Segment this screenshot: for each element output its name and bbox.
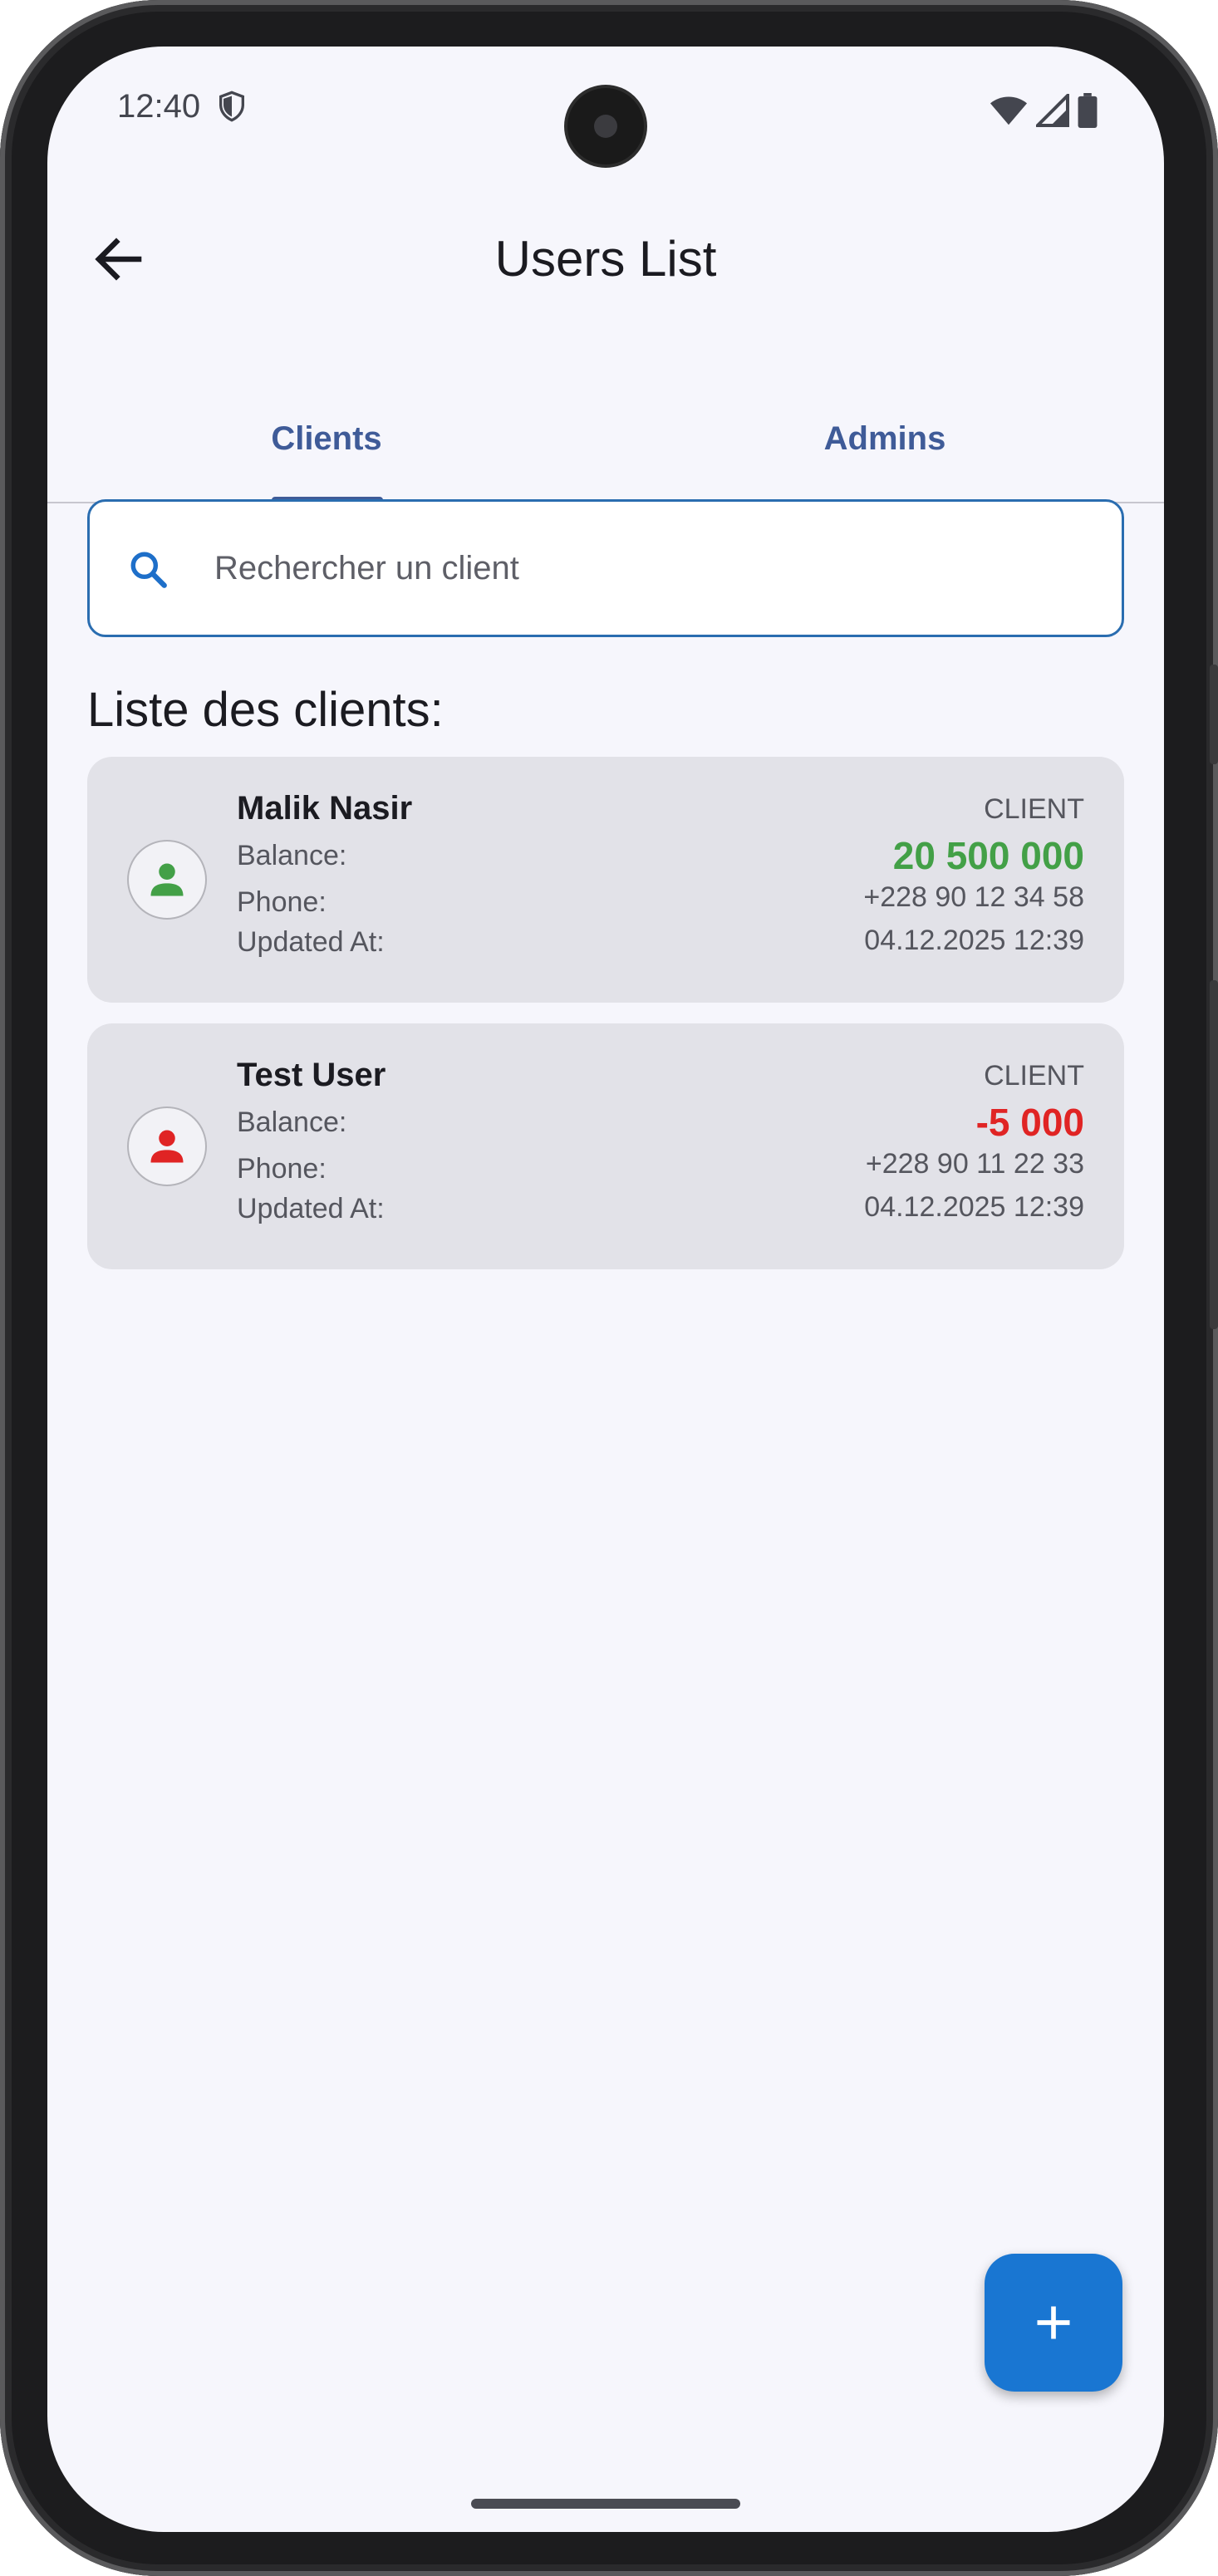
client-card[interactable]: Malik Nasir Balance: Phone: Updated At: … <box>87 757 1124 1003</box>
tab-label: Clients <box>271 420 382 457</box>
balance-value: 20 500 000 <box>892 834 1084 877</box>
updated-label: Updated At: <box>237 926 385 958</box>
updated-value: 04.12.2025 12:39 <box>864 1191 1084 1223</box>
status-time: 12:40 <box>117 88 201 125</box>
updated-label: Updated At: <box>237 1193 385 1224</box>
role-badge: CLIENT <box>984 793 1084 825</box>
search-icon <box>130 552 167 588</box>
balance-value: -5 000 <box>975 1101 1084 1144</box>
power-button <box>1210 980 1218 1329</box>
home-indicator[interactable] <box>471 2499 740 2509</box>
phone-value: +228 90 12 34 58 <box>863 881 1084 913</box>
page-title: Users List <box>494 231 717 287</box>
client-name: Malik Nasir <box>237 790 413 827</box>
tab-clients[interactable]: Clients <box>47 395 606 503</box>
person-icon <box>150 1130 184 1163</box>
role-badge: CLIENT <box>984 1060 1084 1092</box>
tab-admins[interactable]: Admins <box>606 395 1164 503</box>
phone-label: Phone: <box>237 886 327 918</box>
plus-icon <box>1037 2306 1070 2339</box>
avatar <box>127 1106 207 1186</box>
add-client-button[interactable] <box>985 2254 1122 2392</box>
balance-label: Balance: <box>237 840 347 871</box>
phone-value: +228 90 11 22 33 <box>865 1148 1084 1180</box>
cellular-signal-icon <box>1036 94 1069 127</box>
battery-icon <box>1078 93 1098 128</box>
client-card[interactable]: Test User Balance: Phone: Updated At: CL… <box>87 1023 1124 1269</box>
tab-bar: Clients Admins <box>47 395 1164 503</box>
camera-cutout <box>567 88 644 164</box>
status-icons <box>990 93 1098 128</box>
phone-label: Phone: <box>237 1153 327 1185</box>
updated-value: 04.12.2025 12:39 <box>864 925 1084 956</box>
phone-frame: 12:40 Users List Clients Admins Recherch… <box>0 0 1218 2576</box>
client-name: Test User <box>237 1057 386 1093</box>
screen: 12:40 Users List Clients Admins Recherch… <box>47 47 1164 2532</box>
person-icon <box>150 863 184 896</box>
tab-label: Admins <box>823 420 946 457</box>
wifi-icon <box>990 96 1028 125</box>
avatar <box>127 840 207 920</box>
volume-button <box>1210 665 1218 764</box>
shield-icon <box>219 91 244 122</box>
search-input[interactable] <box>214 535 1095 601</box>
list-title: Liste des clients: <box>87 683 444 737</box>
balance-label: Balance: <box>237 1106 347 1138</box>
search-field[interactable] <box>87 499 1124 637</box>
